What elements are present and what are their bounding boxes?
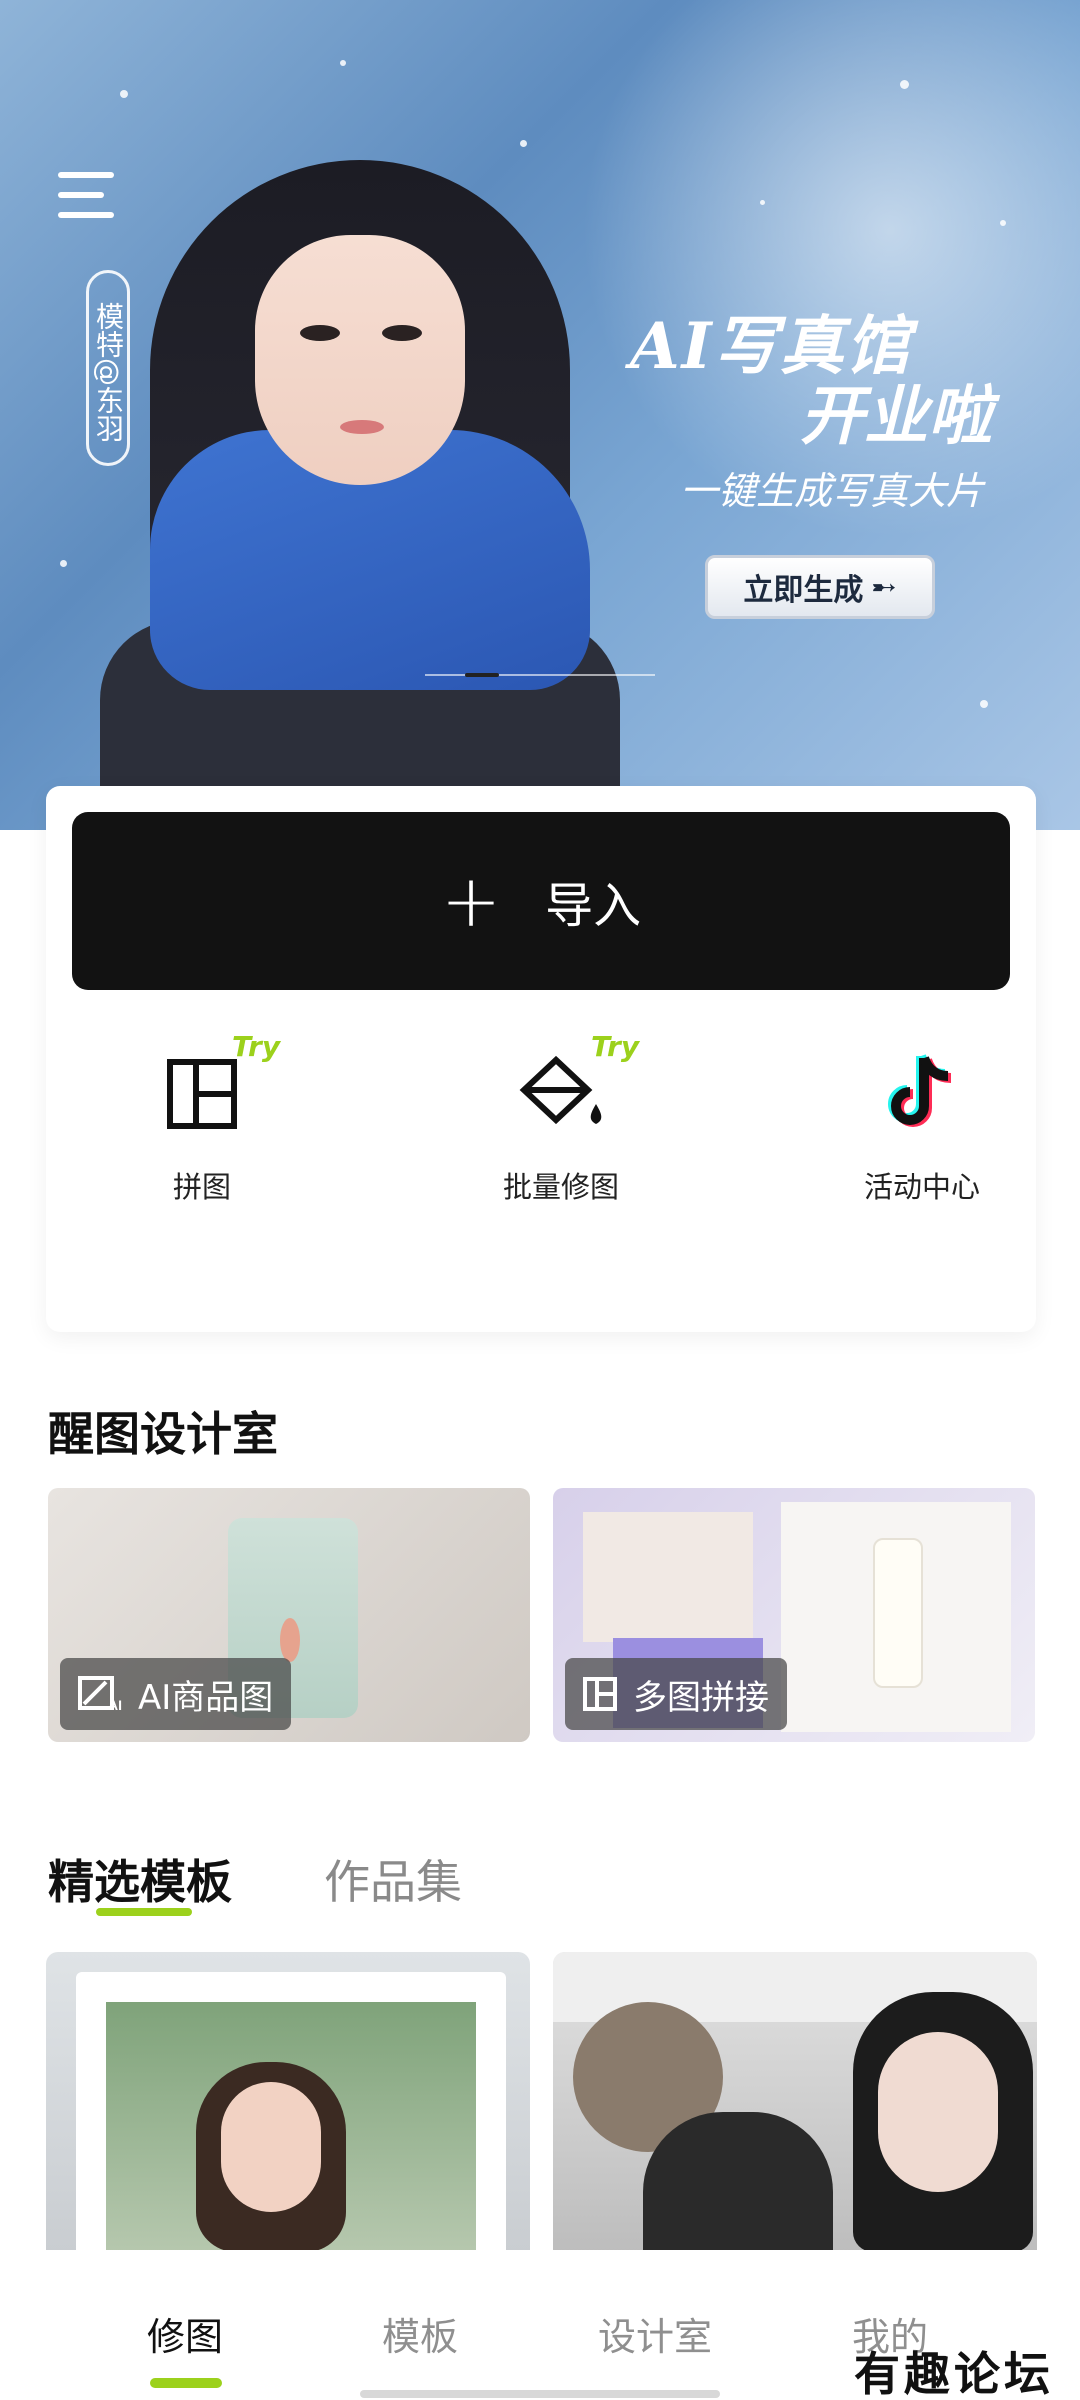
snowflake bbox=[60, 560, 67, 567]
multi-collage-tile[interactable]: 多图拼接 bbox=[553, 1488, 1035, 1742]
ai-product-label: AI商品图 bbox=[138, 1677, 274, 1718]
grid-collage-icon bbox=[583, 1677, 617, 1711]
multi-collage-badge: 多图拼接 bbox=[565, 1658, 787, 1730]
model-face bbox=[255, 235, 465, 485]
ai-product-icon: AI bbox=[78, 1676, 122, 1712]
model-lips bbox=[340, 420, 384, 434]
generate-now-label: 立即生成 bbox=[743, 573, 864, 608]
batch-edit-action[interactable]: Try 批量修图 bbox=[441, 1030, 681, 1206]
template-card[interactable] bbox=[553, 1952, 1037, 2252]
carousel-indicator bbox=[425, 673, 655, 677]
ai-product-badge: AI AI商品图 bbox=[60, 1658, 292, 1730]
snowflake bbox=[1000, 220, 1006, 226]
collage-photo-hands bbox=[583, 1512, 753, 1642]
nav-design-room[interactable]: 设计室 bbox=[565, 2306, 745, 2361]
collage-grid-icon bbox=[167, 1059, 237, 1129]
tab-portfolio[interactable]: 作品集 bbox=[324, 1846, 462, 1912]
hero-glow bbox=[580, 0, 1080, 540]
menu-icon[interactable] bbox=[58, 170, 118, 220]
import-label: 导入 bbox=[545, 878, 642, 934]
snowflake bbox=[520, 140, 527, 147]
collage-action[interactable]: Try 拼图 bbox=[82, 1030, 322, 1206]
import-button[interactable]: + 导入 bbox=[72, 812, 1010, 990]
batch-edit-label: 批量修图 bbox=[502, 1170, 619, 1204]
snowflake bbox=[340, 60, 346, 66]
main-actions-card: + 导入 Try 拼图 Try 批量修图 活动中心 bbox=[46, 786, 1036, 1332]
arrow-icon: ➸ bbox=[871, 569, 897, 605]
template-card[interactable] bbox=[46, 1952, 530, 2252]
watermark: 有趣论坛 bbox=[854, 2347, 1054, 2400]
hero-title-line2: 开业啦 bbox=[800, 379, 992, 454]
multi-collage-label: 多图拼接 bbox=[633, 1677, 769, 1718]
try-badge: Try bbox=[591, 1030, 640, 1063]
hero-banner[interactable]: 模特@东羽 AI写真馆 开业啦 一键生成写真大片 立即生成 ➸ bbox=[0, 0, 1080, 830]
design-room-title: 醒图设计室 bbox=[48, 1407, 278, 1461]
nav-templates[interactable]: 模板 bbox=[330, 2306, 510, 2361]
snowflake bbox=[900, 80, 909, 89]
girl-face bbox=[221, 2082, 321, 2212]
model-credit-tag: 模特@东羽 bbox=[86, 270, 130, 466]
batch-edit-bucket-icon bbox=[519, 1055, 602, 1125]
try-badge: Try bbox=[232, 1030, 281, 1063]
generate-now-button[interactable]: 立即生成 ➸ bbox=[705, 555, 935, 619]
model-eye bbox=[382, 325, 422, 341]
snowflake bbox=[120, 90, 128, 98]
active-nav-indicator bbox=[150, 2378, 222, 2388]
model-eye bbox=[300, 325, 340, 341]
activity-center-label: 活动中心 bbox=[863, 1170, 980, 1204]
tiktok-logo-icon bbox=[888, 1054, 952, 1127]
nav-edit[interactable]: 修图 bbox=[95, 2306, 275, 2361]
activity-center-action[interactable]: 活动中心 bbox=[802, 1046, 1042, 1206]
cream-tube bbox=[873, 1538, 923, 1688]
girl-face bbox=[878, 2032, 998, 2192]
hero-subtitle: 一键生成写真大片 bbox=[680, 469, 985, 513]
tab-featured-templates[interactable]: 精选模板 bbox=[48, 1846, 232, 1912]
plus-icon: + bbox=[440, 859, 502, 943]
template-tabs: 精选模板 作品集 bbox=[48, 1846, 462, 1912]
collage-label: 拼图 bbox=[172, 1170, 231, 1204]
snowflake bbox=[760, 200, 765, 205]
svg-text:AI: AI bbox=[108, 1697, 122, 1712]
product-charm bbox=[280, 1618, 300, 1662]
home-indicator bbox=[360, 2390, 720, 2398]
active-tab-indicator bbox=[96, 1908, 192, 1916]
snowflake bbox=[980, 700, 988, 708]
girl2-hair bbox=[643, 2112, 833, 2252]
ai-product-tile[interactable]: AI AI商品图 bbox=[48, 1488, 530, 1742]
